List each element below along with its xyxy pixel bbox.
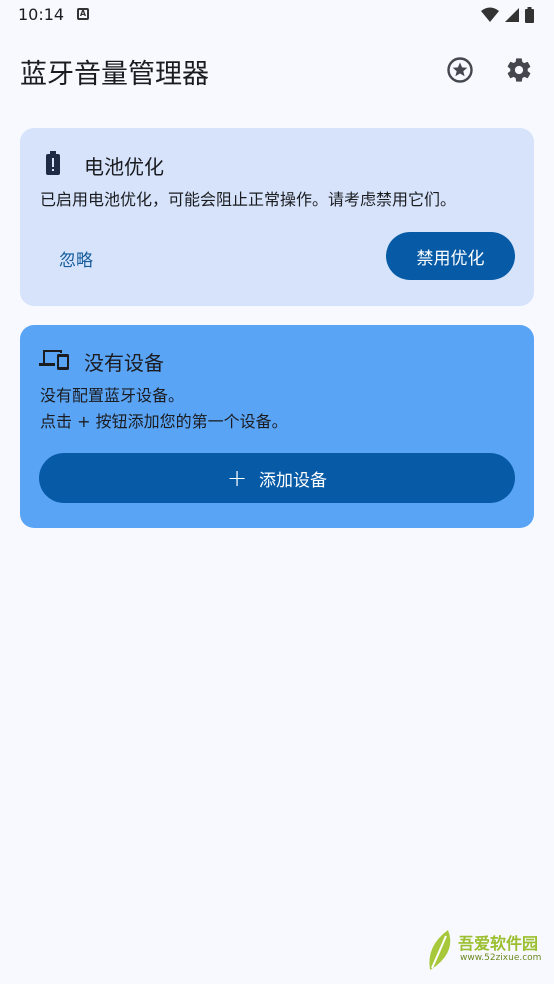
status-time: 10:14 xyxy=(18,5,65,24)
app-title: 蓝牙音量管理器 xyxy=(20,59,209,90)
leaf-logo-icon xyxy=(429,930,451,970)
devices-card-line2: 点击 + 按钮添加您的第一个设备。 xyxy=(40,412,288,431)
settings-button[interactable] xyxy=(503,54,535,86)
status-bar: 10:14 A xyxy=(0,0,554,30)
no-devices-card: 没有设备 没有配置蓝牙设备。 点击 + 按钮添加您的第一个设备。 + 添加设备 xyxy=(20,325,534,528)
system-icons xyxy=(481,6,534,24)
wifi-icon xyxy=(481,7,499,22)
ignore-button[interactable]: 忽略 xyxy=(40,236,112,280)
battery-card-title: 电池优化 xyxy=(84,155,164,179)
battery-card-message: 已启用电池优化，可能会阻止正常操作。请考虑禁用它们。 xyxy=(40,190,457,209)
settings-gear-icon xyxy=(507,58,531,82)
signal-icon xyxy=(505,8,519,22)
rate-app-button[interactable] xyxy=(444,54,476,86)
disable-optimization-button[interactable]: 禁用优化 xyxy=(386,232,515,280)
notification-a-icon: A xyxy=(77,8,89,20)
battery-alert-icon xyxy=(46,151,60,175)
star-badge-icon xyxy=(447,57,473,83)
devices-card-title: 没有设备 xyxy=(84,351,164,375)
watermark-text: 吾爱软件园 xyxy=(458,934,539,953)
add-device-button[interactable]: + 添加设备 xyxy=(39,453,515,503)
devices-card-line1: 没有配置蓝牙设备。 xyxy=(40,386,185,405)
watermark-url: www.52zixue.com xyxy=(460,953,542,963)
battery-icon xyxy=(525,7,534,23)
battery-optimization-card: 电池优化 已启用电池优化，可能会阻止正常操作。请考虑禁用它们。 忽略 禁用优化 xyxy=(20,128,534,306)
devices-icon xyxy=(39,350,69,370)
add-device-label: 添加设备 xyxy=(259,470,328,491)
watermark-logo: 吾爱软件园 www.52zixue.com xyxy=(426,926,546,974)
plus-icon: + xyxy=(226,464,248,492)
